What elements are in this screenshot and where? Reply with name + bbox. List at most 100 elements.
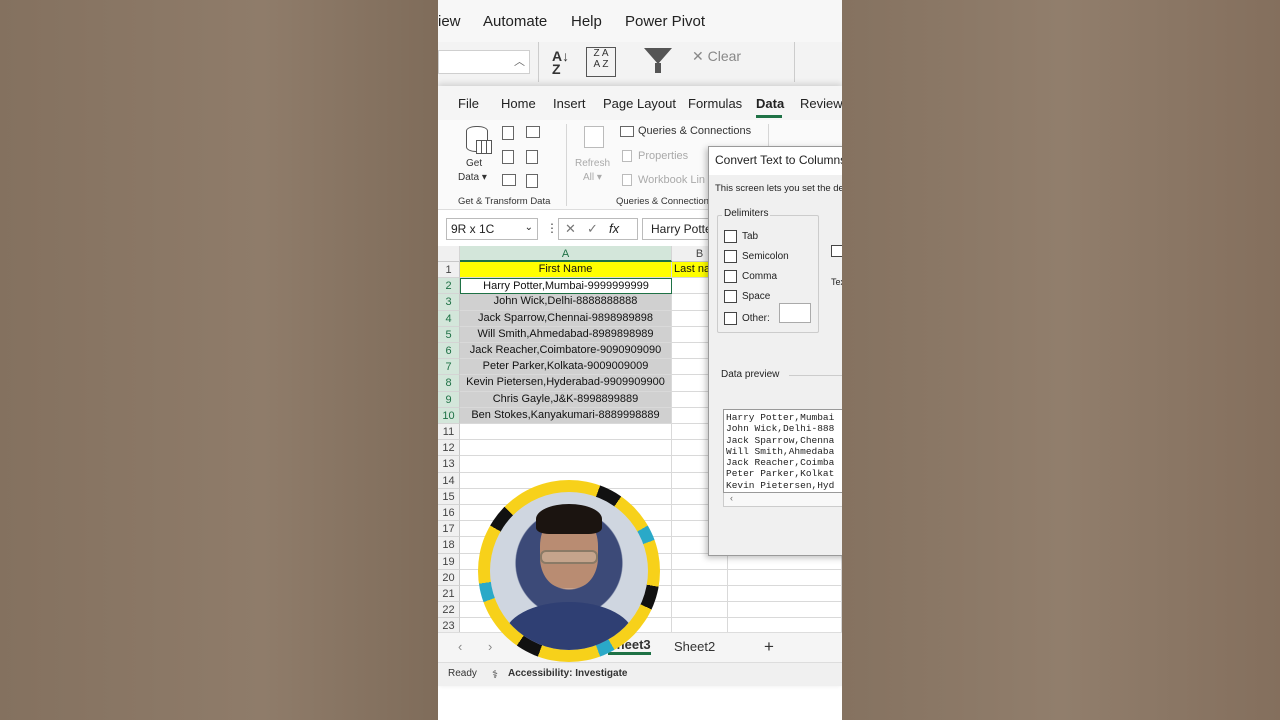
chevron-up-icon[interactable]: ︿ [514,53,525,69]
properties-button[interactable]: Properties [638,150,688,162]
sort-za-icon[interactable]: Z AA Z [586,47,616,77]
table-cell[interactable] [672,569,728,586]
refresh-label[interactable]: Refresh [575,158,610,169]
table-cell[interactable]: Jack Reacher,Coimbatore-9090909090 [460,343,672,360]
get-data-label-2[interactable]: Data ▾ [458,172,487,183]
table-cell[interactable] [728,553,842,570]
table-cell[interactable] [672,586,728,603]
tab-home[interactable]: Home [501,96,536,111]
tab-data[interactable]: Data [756,96,784,111]
row-header[interactable]: 10 [438,407,460,424]
row-header[interactable]: 6 [438,343,460,360]
tab-page-layout[interactable]: Page Layout [603,96,676,111]
data-preview-box[interactable]: Harry Potter,Mumbai John Wick,Delhi-888 … [723,409,842,493]
select-all-corner[interactable] [438,246,460,262]
table-cell[interactable]: Ben Stokes,Kanyakumari-8889998889 [460,407,672,424]
table-cell[interactable]: Jack Sparrow,Chennai-9898989898 [460,310,672,327]
comma-checkbox[interactable] [724,270,737,283]
clear-button[interactable]: ✕ Clear [692,48,741,65]
row-header[interactable]: 14 [438,472,460,489]
preview-scrollbar[interactable]: ‹ [723,493,842,507]
menu-view[interactable]: iew [438,13,461,30]
table-cell[interactable]: Harry Potter,Mumbai-9999999999 [460,278,672,295]
table-cell[interactable]: Kevin Pietersen,Hyderabad-9909909900 [460,375,672,392]
workbook-links-button[interactable]: Workbook Lin [638,174,705,186]
more-icon[interactable]: ⋮ [546,221,558,235]
table-cell[interactable] [672,602,728,619]
tab-review[interactable]: Review [800,96,842,111]
existing-connections-icon[interactable] [502,174,516,186]
table-cell[interactable]: Peter Parker,Kolkata-9009009009 [460,359,672,376]
other-delimiter-input[interactable] [779,303,811,323]
cancel-icon[interactable]: ✕ [565,221,576,237]
row-header[interactable]: 21 [438,586,460,603]
cell-a1[interactable]: First Name [460,262,672,279]
filter-icon[interactable] [644,48,672,64]
table-cell[interactable] [460,424,672,441]
row-header[interactable]: 15 [438,488,460,505]
row-header[interactable]: 4 [438,310,460,327]
row-header[interactable]: 16 [438,505,460,522]
row-header[interactable]: 13 [438,456,460,473]
table-cell[interactable] [728,602,842,619]
row-header[interactable]: 7 [438,359,460,376]
semicolon-checkbox[interactable] [724,250,737,263]
row-header[interactable]: 20 [438,569,460,586]
row-header[interactable]: 22 [438,602,460,619]
from-picture-icon[interactable] [526,174,538,188]
row-header[interactable]: 1 [438,262,460,279]
row-header[interactable]: 2 [438,278,460,295]
chevron-down-icon[interactable]: ⌄ [525,222,533,233]
table-cell[interactable] [460,456,672,473]
tab-checkbox[interactable] [724,230,737,243]
clear-label: Clear [707,48,742,64]
scroll-left-icon[interactable]: ‹ [458,639,462,654]
tab-file[interactable]: File [458,96,479,111]
row-header[interactable]: 18 [438,537,460,554]
from-text-icon[interactable] [502,126,514,140]
menu-help[interactable]: Help [571,13,602,30]
from-table-icon[interactable] [502,150,514,164]
from-web-icon[interactable] [526,126,540,138]
row-header[interactable]: 11 [438,424,460,441]
row-header[interactable]: 12 [438,440,460,457]
row-header[interactable]: 8 [438,375,460,392]
recent-sources-icon[interactable] [526,150,538,164]
queries-connections-button[interactable]: Queries & Connections [638,125,751,137]
refresh-icon[interactable] [584,126,604,148]
sort-az-icon[interactable]: A↓ Z [552,49,569,76]
name-box[interactable]: 9R x 1C ⌄ [446,218,538,240]
tab-insert[interactable]: Insert [553,96,586,111]
divider [794,42,795,82]
tab-sheet2[interactable]: Sheet2 [674,639,715,654]
column-header-a[interactable]: A [460,246,672,262]
scroll-right-icon[interactable]: › [488,639,492,654]
status-bar: Ready ⚕ Accessibility: Investigate [438,662,842,686]
space-checkbox[interactable] [724,290,737,303]
other-checkbox[interactable] [724,312,737,325]
table-cell[interactable]: Will Smith,Ahmedabad-8989898989 [460,326,672,343]
get-data-label[interactable]: Get [466,158,482,169]
tab-formulas[interactable]: Formulas [688,96,742,111]
enter-icon[interactable]: ✓ [587,221,598,237]
row-header[interactable]: 9 [438,391,460,408]
table-cell[interactable]: Chris Gayle,J&K-8998899889 [460,391,672,408]
table-cell[interactable] [728,569,842,586]
get-data-text: Data [458,172,480,183]
row-header[interactable]: 19 [438,553,460,570]
refresh-all-label[interactable]: All ▾ [583,172,602,183]
table-cell[interactable] [728,586,842,603]
row-header[interactable]: 5 [438,326,460,343]
accessibility-button[interactable]: Accessibility: Investigate [508,668,628,679]
table-cell[interactable] [672,553,728,570]
row-header[interactable]: 17 [438,521,460,538]
treat-consecutive-checkbox[interactable] [831,245,842,257]
status-ready: Ready [448,668,477,679]
insert-function-icon[interactable]: fx [609,221,619,236]
table-cell[interactable]: John Wick,Delhi-8888888888 [460,294,672,311]
add-sheet-button[interactable]: + [764,637,774,657]
menu-automate[interactable]: Automate [483,13,547,30]
table-cell[interactable] [460,440,672,457]
row-header[interactable]: 3 [438,294,460,311]
menu-power-pivot[interactable]: Power Pivot [625,13,705,30]
